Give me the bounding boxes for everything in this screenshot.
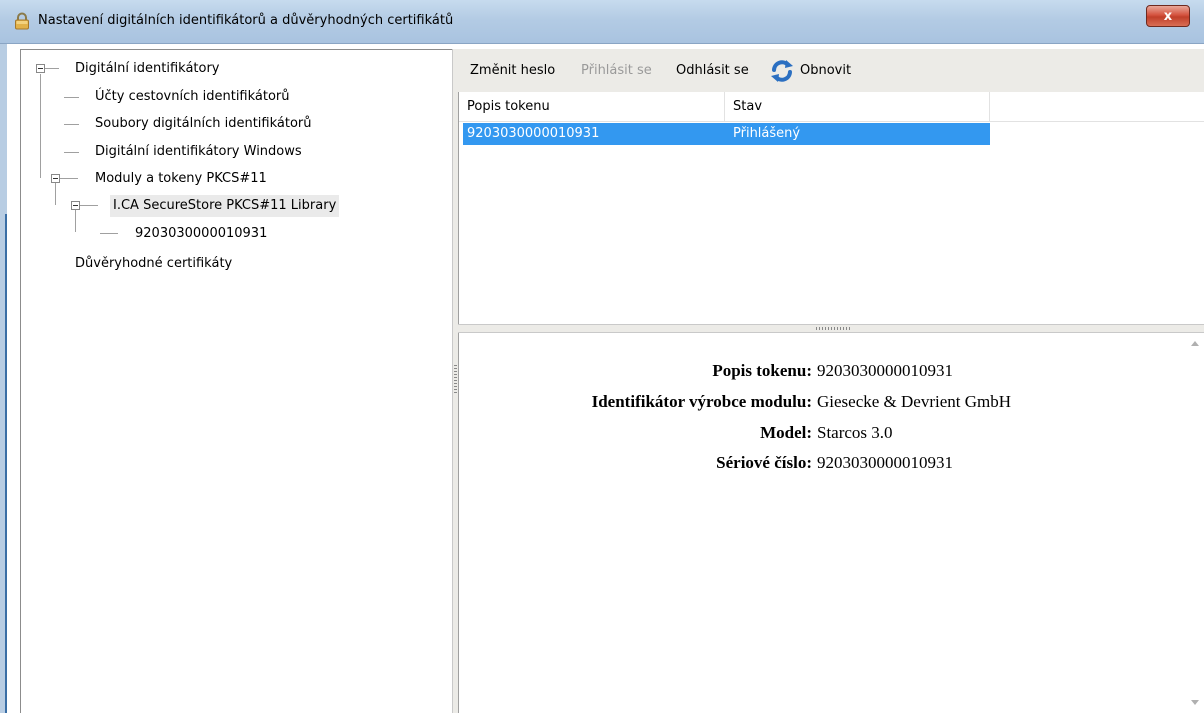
login-button[interactable]: Přihlásit se bbox=[581, 63, 652, 78]
scroll-up-icon[interactable] bbox=[1191, 341, 1199, 346]
logout-button[interactable]: Odhlásit se bbox=[676, 63, 749, 78]
detail-serial: Sériové číslo: 9203030000010931 bbox=[459, 451, 1179, 475]
tree-item-pkcs11-modules[interactable]: Moduly a tokeny PKCS#11 bbox=[95, 168, 267, 190]
collapse-toggle-icon[interactable] bbox=[71, 201, 80, 210]
refresh-button[interactable]: Obnovit bbox=[800, 63, 851, 78]
column-header-description[interactable]: Popis tokenu bbox=[459, 92, 725, 121]
collapse-toggle-icon[interactable] bbox=[36, 64, 45, 73]
detail-value: Starcos 3.0 bbox=[817, 423, 893, 442]
scroll-down-icon[interactable] bbox=[1191, 700, 1199, 705]
column-header-status[interactable]: Stav bbox=[725, 92, 990, 121]
collapse-toggle-icon[interactable] bbox=[51, 174, 60, 183]
window-title: Nastavení digitálních identifikátorů a d… bbox=[38, 13, 454, 28]
token-description-cell: 9203030000010931 bbox=[467, 126, 600, 141]
tree-item-trusted-certs[interactable]: Důvěryhodné certifikáty bbox=[75, 253, 232, 275]
detail-value: Giesecke & Devrient GmbH bbox=[817, 392, 1012, 411]
title-bar: Nastavení digitálních identifikátorů a d… bbox=[0, 0, 1204, 44]
token-table: Popis tokenu Stav 9203030000010931 Přihl… bbox=[458, 92, 1204, 324]
detail-model: Model: Starcos 3.0 bbox=[459, 421, 1179, 445]
splitter-grip-icon bbox=[816, 327, 850, 330]
tree-item-windows-ids[interactable]: Digitální identifikátory Windows bbox=[95, 141, 302, 163]
detail-label: Identifikátor výrobce modulu: bbox=[591, 392, 812, 411]
refresh-icon[interactable] bbox=[769, 59, 795, 83]
token-status-cell: Přihlášený bbox=[733, 126, 801, 141]
table-row[interactable]: 9203030000010931 Přihlášený bbox=[463, 123, 990, 145]
detail-value: 9203030000010931 bbox=[817, 361, 953, 380]
detail-label: Sériové číslo: bbox=[716, 453, 812, 472]
tree-item-token[interactable]: 9203030000010931 bbox=[135, 223, 267, 245]
token-details: Popis tokenu: 9203030000010931 Identifik… bbox=[458, 333, 1204, 713]
splitter-grip-icon bbox=[454, 365, 457, 395]
detail-description: Popis tokenu: 9203030000010931 bbox=[459, 359, 1179, 383]
window-frame bbox=[0, 44, 7, 713]
change-password-button[interactable]: Změnit heslo bbox=[470, 63, 555, 78]
close-icon: x bbox=[1163, 8, 1173, 24]
tree-item-digital-ids[interactable]: Digitální identifikátory bbox=[75, 58, 220, 80]
details-scrollbar[interactable] bbox=[1187, 333, 1204, 713]
detail-label: Model: bbox=[760, 423, 812, 442]
tree-item-id-files[interactable]: Soubory digitálních identifikátorů bbox=[95, 113, 312, 135]
detail-value: 9203030000010931 bbox=[817, 453, 953, 472]
close-button[interactable]: x bbox=[1146, 5, 1190, 27]
lock-icon bbox=[15, 12, 29, 30]
toolbar: Změnit heslo Přihlásit se Odhlásit se Ob… bbox=[458, 49, 1204, 92]
token-panel: Změnit heslo Přihlásit se Odhlásit se Ob… bbox=[458, 49, 1204, 713]
detail-label: Popis tokenu: bbox=[712, 361, 812, 380]
tree-panel[interactable]: Digitální identifikátory Účty cestovních… bbox=[20, 49, 452, 713]
tree-item-ica-library[interactable]: I.CA SecureStore PKCS#11 Library bbox=[110, 195, 340, 217]
horizontal-splitter[interactable] bbox=[458, 324, 1204, 333]
tree-item-roaming-ids[interactable]: Účty cestovních identifikátorů bbox=[95, 86, 290, 108]
detail-manufacturer: Identifikátor výrobce modulu: Giesecke &… bbox=[459, 390, 1179, 414]
table-header: Popis tokenu Stav bbox=[459, 92, 1204, 122]
